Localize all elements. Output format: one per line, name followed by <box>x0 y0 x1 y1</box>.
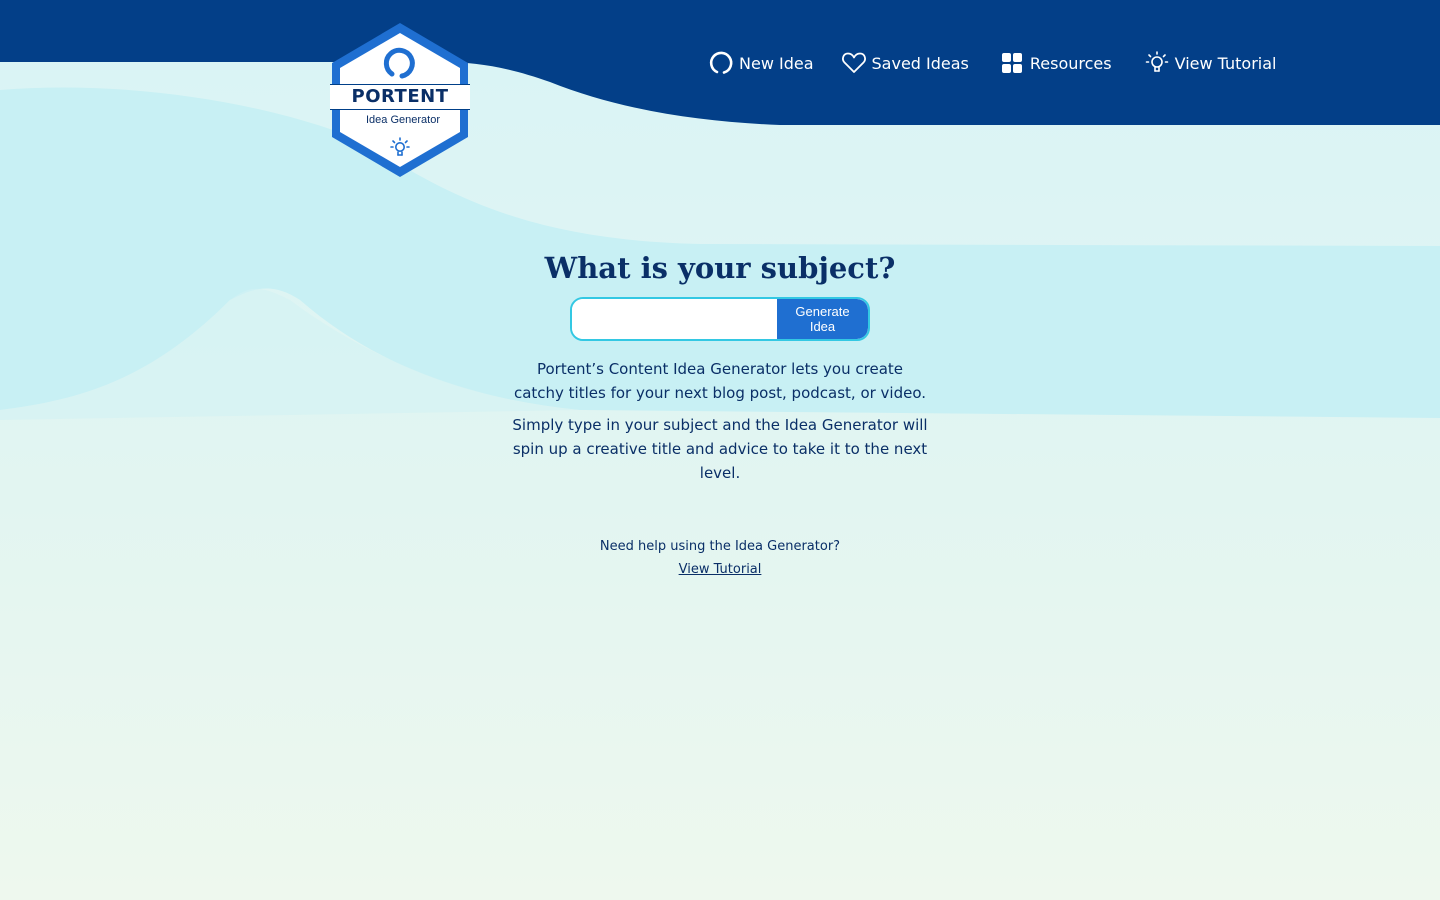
nav-resources[interactable]: Resources <box>999 50 1112 76</box>
description-paragraph-2: Simply type in your subject and the Idea… <box>512 416 928 482</box>
nav-saved-ideas[interactable]: Saved Ideas <box>841 50 969 76</box>
help-text: Need help using the Idea Generator? <box>599 539 841 554</box>
subject-form: Generate Idea <box>570 297 870 341</box>
lightbulb-icon <box>1144 50 1170 76</box>
subject-input[interactable] <box>572 299 777 339</box>
brand-tagline: Idea Generator <box>366 114 440 126</box>
nav-view-tutorial-label: View Tutorial <box>1174 53 1277 73</box>
refresh-icon <box>708 50 734 76</box>
view-tutorial-link[interactable]: View Tutorial <box>679 562 762 577</box>
main-content: What is your subject? Generate Idea Port… <box>470 244 970 577</box>
grid-icon <box>999 50 1025 76</box>
nav-saved-ideas-label: Saved Ideas <box>871 53 969 73</box>
portent-logo[interactable]: PORTENT Idea Generator <box>326 20 474 180</box>
generate-idea-button[interactable]: Generate Idea <box>777 299 868 339</box>
heart-icon <box>841 50 867 76</box>
nav-new-idea-label: New Idea <box>739 53 814 73</box>
page-title: What is your subject? <box>544 251 896 285</box>
main-nav: New Idea Saved Ideas Resources View Tuto… <box>708 48 1276 78</box>
nav-new-idea[interactable]: New Idea <box>708 50 814 76</box>
brand-name: PORTENT <box>330 84 470 110</box>
nav-view-tutorial[interactable]: View Tutorial <box>1144 50 1277 76</box>
description-paragraph-1: Portent’s Content Idea Generator lets yo… <box>513 360 927 402</box>
nav-resources-label: Resources <box>1029 53 1112 73</box>
